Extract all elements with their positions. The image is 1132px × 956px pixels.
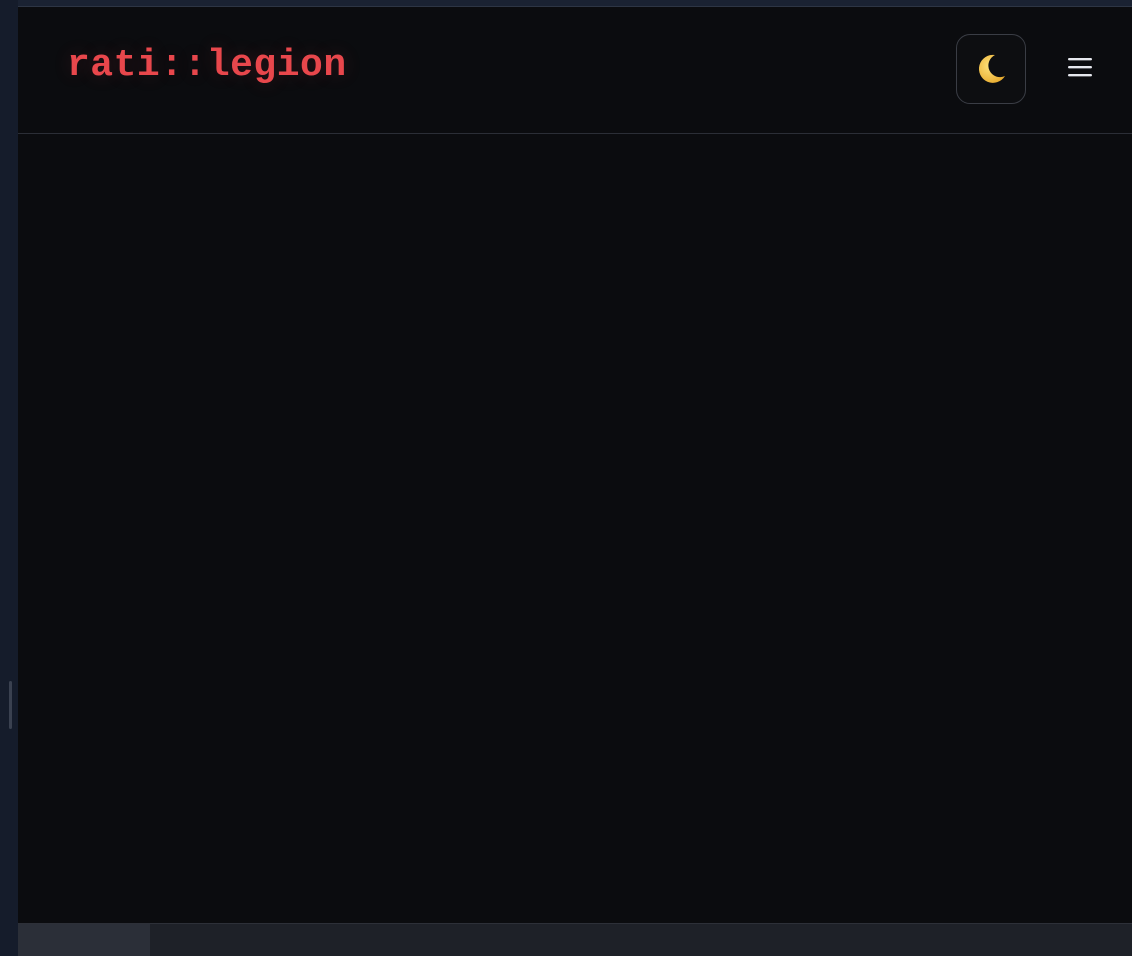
- top-strip: [18, 0, 1132, 7]
- bottom-tab-3[interactable]: [194, 924, 238, 956]
- bottom-tab-bar: [18, 923, 1132, 956]
- brand-logo[interactable]: rati::legion: [67, 47, 347, 85]
- main-content: [18, 134, 1132, 923]
- site-header: rati::legion: [18, 7, 1132, 134]
- bottom-tab-5[interactable]: [282, 924, 326, 956]
- left-panel-rail: [0, 0, 19, 956]
- bottom-tab-4[interactable]: [238, 924, 282, 956]
- app-window: rati::legion: [0, 0, 1132, 956]
- theme-toggle-button[interactable]: [956, 34, 1026, 104]
- bottom-tab-1[interactable]: [18, 924, 150, 956]
- hamburger-menu-button[interactable]: [1064, 53, 1096, 85]
- resize-handle[interactable]: [9, 681, 12, 729]
- moon-icon: [972, 50, 1010, 88]
- hamburger-menu-icon: [1067, 56, 1093, 82]
- bottom-tab-2[interactable]: [150, 924, 194, 956]
